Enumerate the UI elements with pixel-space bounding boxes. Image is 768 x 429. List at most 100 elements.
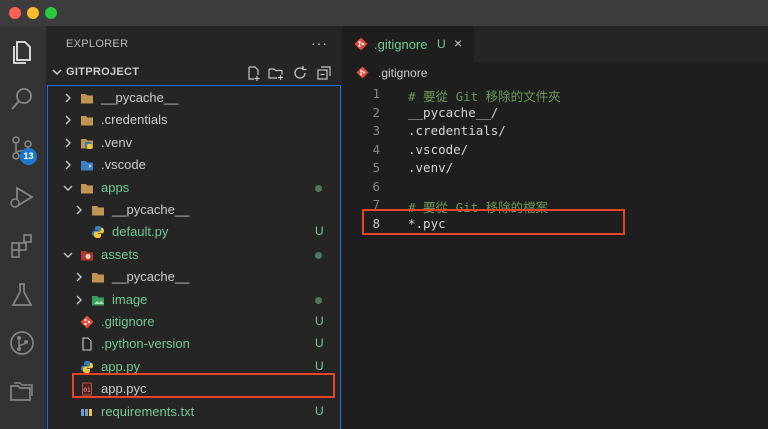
git-status-untracked: U: [315, 403, 324, 418]
code-text: # 要從 Git 移除的文件夾: [408, 89, 561, 104]
git-file-icon: [356, 66, 369, 79]
tree-item[interactable]: assets: [46, 244, 342, 266]
code-line[interactable]: 4 .vscode/: [342, 141, 768, 159]
file-icon: [82, 337, 92, 351]
tree-item[interactable]: .vscode: [46, 154, 342, 176]
tree-item[interactable]: .credentials: [46, 109, 342, 131]
code-line[interactable]: 5 .venv/: [342, 159, 768, 177]
new-folder-icon[interactable]: [268, 65, 284, 81]
line-number: 1: [372, 86, 380, 101]
vscode-folder-icon: [81, 161, 93, 171]
tree-item[interactable]: __pycache__: [46, 87, 342, 109]
code-text: .vscode/: [408, 141, 469, 157]
tree-item-label: image: [112, 291, 148, 307]
explorer-more-actions[interactable]: ···: [311, 35, 328, 51]
tree-item-label: app.py: [101, 358, 141, 374]
line-number: 2: [372, 104, 380, 120]
new-file-icon[interactable]: [245, 65, 261, 81]
tree-item[interactable]: .gitignore U: [46, 311, 342, 333]
chevron-right-icon[interactable]: [74, 295, 84, 305]
source-control-badge: 13: [20, 148, 37, 165]
tree-item-label: __pycache__: [101, 90, 179, 105]
tree-item-label: .venv: [101, 134, 133, 150]
tab-label: .gitignore: [374, 37, 428, 52]
explorer-files-icon[interactable]: [8, 38, 36, 66]
folder-icon: [92, 273, 104, 283]
chevron-down-icon[interactable]: [63, 250, 73, 260]
minimize-window-button[interactable]: [27, 7, 39, 19]
tree-item-label: requirements.txt: [101, 403, 195, 419]
explorer-sidebar: EXPLORER ··· GITPROJECT __pycache__ .cred…: [46, 26, 342, 429]
project-folders-icon[interactable]: [8, 378, 36, 406]
tree-item[interactable]: __pycache__: [46, 266, 342, 288]
extensions-icon[interactable]: [8, 232, 36, 260]
tab-gitignore[interactable]: .gitignore U ×: [342, 26, 474, 62]
code-text: .venv/: [408, 160, 454, 175]
annotation-highlight-app-pyc: [72, 373, 335, 398]
tree-item[interactable]: __pycache__: [46, 199, 342, 221]
python-file-icon: [81, 360, 93, 373]
python-folder-icon: [81, 138, 93, 149]
chevron-down-icon: [52, 69, 62, 76]
run-debug-icon[interactable]: [8, 183, 36, 211]
project-header[interactable]: GITPROJECT: [46, 63, 342, 83]
editor-tab-bar: .gitignore U ×: [342, 26, 768, 62]
title-bar: [0, 0, 768, 26]
tree-item-label: assets: [101, 246, 139, 262]
refresh-icon[interactable]: [292, 65, 308, 81]
code-text: .credentials/: [408, 123, 506, 138]
git-file-icon: [354, 37, 368, 51]
code-text: __pycache__/: [408, 104, 499, 120]
tree-item[interactable]: default.py U: [46, 221, 342, 243]
folder-icon: [81, 116, 93, 126]
git-status-untracked: U: [315, 336, 324, 351]
code-line[interactable]: 3 .credentials/: [342, 122, 768, 140]
tab-status: U: [437, 37, 446, 51]
assets-folder-icon: [81, 250, 93, 261]
line-number: 4: [372, 141, 380, 157]
breadcrumb-label: .gitignore: [378, 66, 428, 80]
git-status-untracked: U: [315, 224, 324, 239]
git-status-dot: [315, 251, 322, 259]
tree-item[interactable]: requirements.txt U: [46, 401, 342, 423]
code-line[interactable]: 2 __pycache__/: [342, 104, 768, 122]
chevron-down-icon[interactable]: [63, 183, 73, 193]
code-line[interactable]: 1 # 要從 Git 移除的文件夾: [342, 85, 768, 104]
git-file-icon: [80, 315, 94, 329]
tree-item[interactable]: .venv: [46, 132, 342, 154]
git-status-dot: [315, 296, 322, 304]
line-number: 6: [372, 178, 380, 194]
annotation-highlight-line-8: [362, 209, 625, 235]
folder-icon: [81, 94, 93, 104]
tree-item[interactable]: apps: [46, 177, 342, 199]
collapse-all-icon[interactable]: [316, 65, 332, 81]
close-icon[interactable]: ×: [454, 35, 462, 51]
python-file-icon: [92, 226, 104, 239]
code-line[interactable]: 6: [342, 178, 768, 196]
line-number: 3: [372, 123, 380, 138]
tree-item-label: default.py: [112, 224, 169, 240]
chevron-right-icon[interactable]: [63, 93, 73, 103]
text-file-icon: [81, 408, 92, 416]
git-status-dot: [315, 184, 322, 192]
tree-item-label: .python-version: [101, 336, 190, 352]
folder-icon: [81, 183, 93, 194]
tree-item-label: .gitignore: [101, 314, 155, 329]
chevron-right-icon[interactable]: [63, 160, 73, 170]
tree-item[interactable]: .python-version U: [46, 333, 342, 355]
chevron-right-icon[interactable]: [74, 272, 84, 282]
tree-item[interactable]: image: [46, 289, 342, 311]
tree-item-label: apps: [101, 179, 130, 195]
testing-flask-icon[interactable]: [8, 281, 36, 309]
chevron-right-icon[interactable]: [63, 115, 73, 125]
tree-item-label: __pycache__: [112, 269, 190, 285]
tree-item-label: __pycache__: [112, 202, 190, 217]
close-window-button[interactable]: [9, 7, 21, 19]
activity-bar: 13: [0, 26, 46, 429]
line-number: 5: [372, 160, 380, 175]
chevron-right-icon[interactable]: [74, 205, 84, 215]
maximize-window-button[interactable]: [45, 7, 57, 19]
git-graph-icon[interactable]: [8, 329, 36, 357]
chevron-right-icon[interactable]: [63, 138, 73, 148]
search-icon[interactable]: [8, 85, 36, 113]
